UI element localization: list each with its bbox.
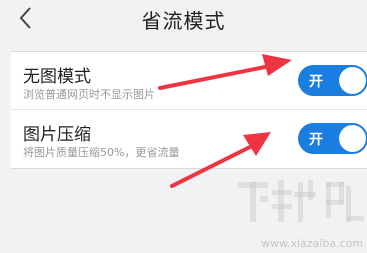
toggle-knob bbox=[339, 125, 366, 152]
toggle-knob bbox=[339, 67, 366, 94]
page-title: 省流模式 bbox=[141, 9, 226, 33]
setting-title: 无图模式 bbox=[23, 67, 91, 87]
watermark-url: www.xiazaiba.com bbox=[261, 237, 364, 250]
header-bar: 省流模式 bbox=[0, 0, 367, 36]
toggle-label: 开 bbox=[309, 74, 323, 90]
image-compression-toggle[interactable]: 开 bbox=[298, 123, 367, 154]
setting-description: 将图片质量压缩50%，更省流量 bbox=[23, 146, 180, 159]
setting-description: 浏览普通网页时不显示图片 bbox=[23, 88, 155, 101]
toggle-label: 开 bbox=[309, 132, 323, 148]
no-image-mode-toggle[interactable]: 开 bbox=[298, 65, 367, 96]
settings-card: 无图模式 浏览普通网页时不显示图片 开 图片压缩 将图片质量压缩50%，更省流量… bbox=[11, 51, 367, 169]
setting-row-no-image-mode: 无图模式 浏览普通网页时不显示图片 开 bbox=[11, 52, 367, 109]
setting-row-image-compression: 图片压缩 将图片质量压缩50%，更省流量 开 bbox=[11, 110, 367, 167]
setting-title: 图片压缩 bbox=[23, 125, 91, 145]
